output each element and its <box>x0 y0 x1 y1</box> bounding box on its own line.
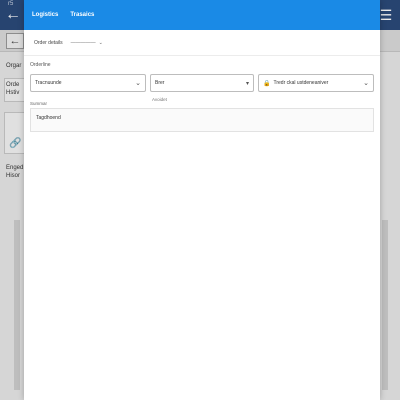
caret-down-icon: ▾ <box>245 80 249 87</box>
tracking-value: Tredr ckal ustdeneaniver <box>273 80 329 86</box>
broker-select[interactable]: Brer ▾ <box>150 74 254 92</box>
track-number-select[interactable]: Tracnuunde ⌄ <box>30 74 146 92</box>
orderline-label: Orderline <box>30 62 51 68</box>
chevron-down-icon: ⌄ <box>98 39 103 46</box>
chevron-down-icon: ⌄ <box>135 80 141 87</box>
order-details-label: Order details <box>34 39 63 46</box>
track-number-value: Tracnuunde <box>35 80 62 86</box>
panel-subtoolbar: Order details ————— ⌄ <box>24 30 380 56</box>
broker-note: Avoidet <box>152 97 167 102</box>
summary-text: Tagdhoend <box>36 115 61 121</box>
panel-header: Logistics Trasaics <box>24 0 380 30</box>
summary-box[interactable]: Tagdhoend <box>30 108 374 132</box>
tab-logistics[interactable]: Logistics <box>32 12 58 18</box>
chevron-down-icon: ⌄ <box>363 80 369 87</box>
order-details-select-value: ————— <box>70 39 96 46</box>
summary-label: Summar <box>30 101 48 106</box>
tab-transactions[interactable]: Trasaics <box>70 12 94 18</box>
tracking-select[interactable]: 🔒 Tredr ckal ustdeneaniver ⌄ <box>258 74 374 92</box>
order-details-select[interactable]: ————— ⌄ <box>71 40 103 46</box>
order-panel: Logistics Trasaics Order details ————— ⌄… <box>24 0 380 400</box>
broker-value: Brer <box>155 80 165 86</box>
lock-icon: 🔒 <box>263 80 271 87</box>
